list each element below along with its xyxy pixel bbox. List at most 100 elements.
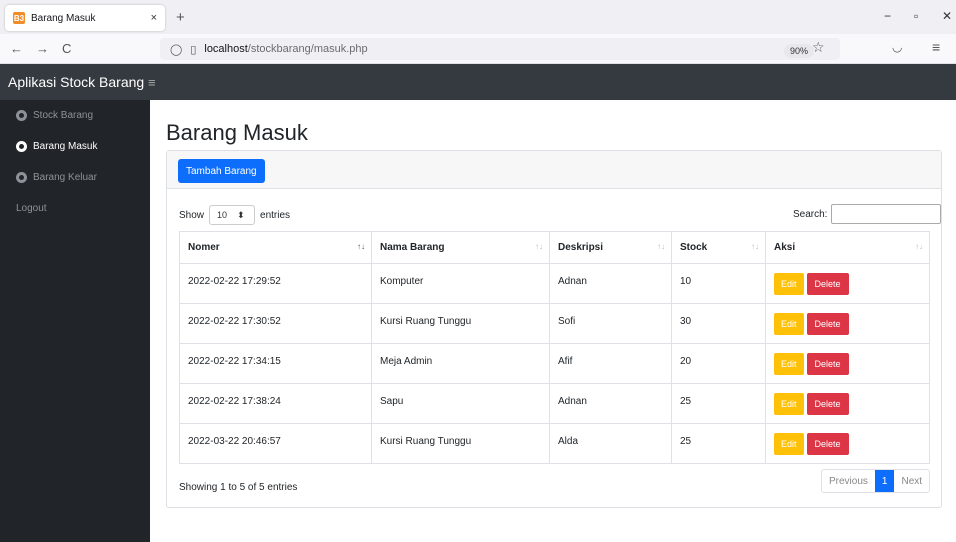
sidebar-item-barang-keluar[interactable]: Barang Keluar: [0, 162, 150, 193]
cell-nama: Meja Admin: [371, 343, 550, 384]
cell-nama: Kursi Ruang Tunggu: [371, 423, 550, 464]
column-header-nama-barang[interactable]: Nama Barang ↑↓: [371, 231, 550, 264]
column-label: Nomer: [188, 242, 220, 253]
bookmark-star-icon[interactable]: ☆: [812, 39, 825, 56]
tachometer-icon: [16, 110, 27, 121]
edit-button[interactable]: Edit: [774, 313, 804, 335]
entries-length-control: Show 10 ⬍ entries: [179, 205, 290, 225]
url-host: localhost: [204, 43, 248, 55]
cell-stock: 30: [671, 303, 766, 344]
edit-button[interactable]: Edit: [774, 273, 804, 295]
browser-menu-icon[interactable]: ≡: [932, 39, 940, 55]
edit-button[interactable]: Edit: [774, 353, 804, 375]
add-item-button[interactable]: Tambah Barang: [178, 159, 265, 183]
forward-icon[interactable]: →: [36, 41, 49, 56]
table-info: Showing 1 to 5 of 5 entries: [179, 482, 298, 493]
cell-nama: Komputer: [371, 263, 550, 304]
shield-icon: ◯: [170, 43, 183, 56]
maximize-icon[interactable]: ▫: [914, 9, 918, 23]
cell-stock: 25: [671, 383, 766, 424]
cell-deskripsi: Alda: [549, 423, 672, 464]
sidebar-item-stock-barang[interactable]: Stock Barang: [0, 100, 150, 131]
cell-nomer: 2022-02-22 17:38:24: [179, 383, 372, 424]
sidebar-toggle-icon[interactable]: ≡: [148, 75, 156, 90]
page-title: Barang Masuk: [166, 120, 308, 145]
table-header-row: Nomer ↑↓ Nama Barang ↑↓ Deskripsi ↑↓ Stock ↑…: [179, 231, 930, 264]
tab-close-icon[interactable]: ×: [151, 12, 157, 24]
cell-aksi: Edit Delete: [765, 303, 930, 344]
entries-label: entries: [260, 209, 291, 221]
pocket-icon[interactable]: ◡: [892, 40, 902, 54]
cell-aksi: Edit Delete: [765, 263, 930, 304]
table-row: 2022-02-22 17:34:15 Meja Admin Afif 20 E…: [179, 343, 930, 384]
data-table: Nomer ↑↓ Nama Barang ↑↓ Deskripsi ↑↓ Stock ↑…: [179, 231, 930, 464]
favicon-icon: B3: [13, 12, 25, 24]
pagination-page-1[interactable]: 1: [874, 470, 895, 492]
sort-icon: ↑↓: [657, 242, 665, 251]
card-header: Tambah Barang: [167, 151, 941, 189]
search-input[interactable]: [831, 204, 942, 224]
column-label: Deskripsi: [558, 242, 604, 253]
cell-deskripsi: Sofi: [549, 303, 672, 344]
main-content: Barang Masuk Tambah Barang Show 10 ⬍ ent…: [150, 100, 956, 542]
tachometer-icon: [16, 172, 27, 183]
show-label: Show: [179, 209, 205, 221]
sidebar-item-label: Stock Barang: [33, 110, 94, 121]
column-header-stock[interactable]: Stock ↑↓: [671, 231, 766, 264]
cell-nama: Kursi Ruang Tunggu: [371, 303, 550, 344]
edit-button[interactable]: Edit: [774, 433, 804, 455]
cell-aksi: Edit Delete: [765, 423, 930, 464]
pagination-previous[interactable]: Previous: [822, 470, 875, 492]
delete-button[interactable]: Delete: [806, 433, 849, 455]
sidebar-item-barang-masuk[interactable]: Barang Masuk: [0, 131, 150, 162]
column-label: Stock: [680, 242, 708, 253]
app-brand[interactable]: Aplikasi Stock Barang: [0, 74, 160, 90]
new-tab-icon[interactable]: +: [176, 9, 185, 26]
zoom-badge[interactable]: 90%: [784, 44, 815, 58]
column-header-aksi[interactable]: Aksi ↑↓: [765, 231, 930, 264]
sort-icon: ↑↓: [915, 242, 923, 251]
delete-button[interactable]: Delete: [806, 273, 849, 295]
sidebar-item-label: Barang Masuk: [33, 141, 98, 152]
sidebar-item-label: Logout: [16, 203, 47, 214]
column-label: Aksi: [774, 242, 796, 253]
window-close-icon[interactable]: ✕: [942, 9, 952, 23]
search-label: Search:: [793, 208, 828, 220]
edit-button[interactable]: Edit: [774, 393, 804, 415]
delete-button[interactable]: Delete: [806, 313, 849, 335]
column-header-nomer[interactable]: Nomer ↑↓: [179, 231, 372, 264]
url-text: localhost/stockbarang/masuk.php: [204, 43, 367, 55]
cell-stock: 25: [671, 423, 766, 464]
sidebar: Stock Barang Barang Masuk Barang Keluar …: [0, 100, 150, 542]
entries-select[interactable]: 10 ⬍: [209, 205, 256, 225]
delete-button[interactable]: Delete: [806, 353, 849, 375]
reload-icon[interactable]: C: [62, 41, 71, 56]
cell-deskripsi: Adnan: [549, 383, 672, 424]
table-row: 2022-02-22 17:29:52 Komputer Adnan 10 Ed…: [179, 263, 930, 304]
cell-aksi: Edit Delete: [765, 343, 930, 384]
cell-nomer: 2022-02-22 17:30:52: [179, 303, 372, 344]
data-card: Tambah Barang Show 10 ⬍ entries Search: …: [166, 150, 942, 508]
pagination-next[interactable]: Next: [894, 470, 929, 492]
column-label: Nama Barang: [380, 242, 445, 253]
column-header-deskripsi[interactable]: Deskripsi ↑↓: [549, 231, 672, 264]
sidebar-item-label: Barang Keluar: [33, 172, 97, 183]
url-bar[interactable]: ◯ ▯ localhost/stockbarang/masuk.php: [160, 38, 840, 60]
page-icon: ▯: [190, 43, 197, 56]
sidebar-item-logout[interactable]: Logout: [0, 193, 150, 224]
cell-nama: Sapu: [371, 383, 550, 424]
cell-stock: 10: [671, 263, 766, 304]
sort-icon: ↑↓: [535, 242, 543, 251]
url-path: /stockbarang/masuk.php: [247, 43, 368, 55]
select-arrows-icon: ⬍: [237, 209, 245, 220]
delete-button[interactable]: Delete: [806, 393, 849, 415]
entries-value: 10: [217, 210, 228, 220]
app-navbar: Aplikasi Stock Barang ≡: [0, 64, 956, 100]
table-row: 2022-02-22 17:38:24 Sapu Adnan 25 Edit De…: [179, 383, 930, 424]
minimize-icon[interactable]: −: [884, 9, 891, 23]
cell-aksi: Edit Delete: [765, 383, 930, 424]
back-icon[interactable]: ←: [10, 41, 23, 56]
cell-nomer: 2022-02-22 17:29:52: [179, 263, 372, 304]
browser-tab[interactable]: B3 Barang Masuk ×: [5, 5, 165, 31]
tachometer-icon: [16, 141, 27, 152]
